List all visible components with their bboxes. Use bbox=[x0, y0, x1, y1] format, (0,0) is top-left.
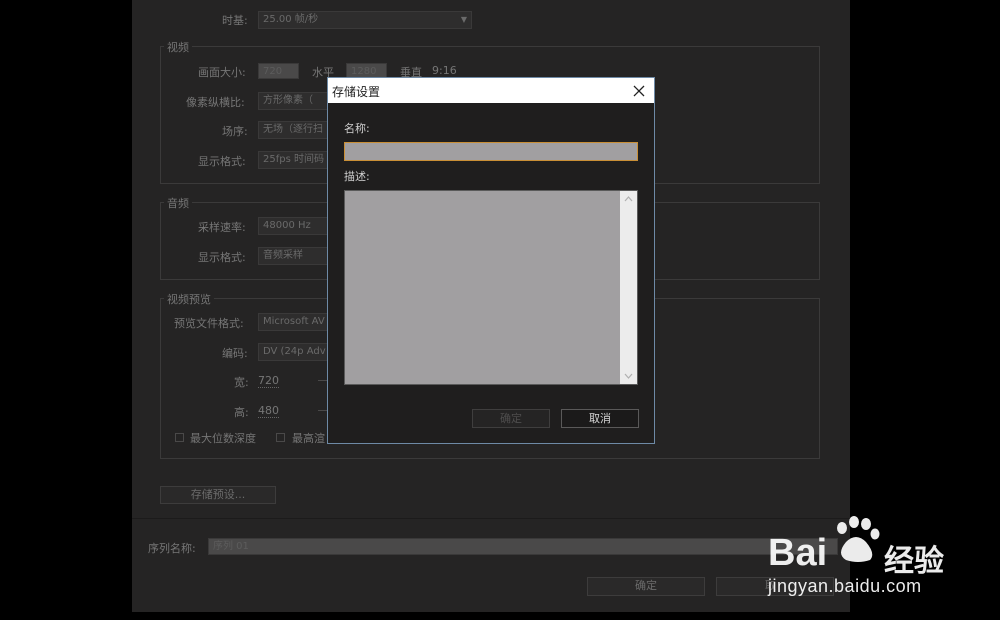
name-label: 名称: bbox=[344, 122, 370, 135]
audio-legend: 音频 bbox=[164, 195, 192, 211]
sequence-name-input[interactable]: 序列 01 bbox=[208, 538, 838, 555]
audio-display-format-select[interactable]: 音频采样 bbox=[258, 247, 328, 265]
preview-height-value[interactable]: 480 bbox=[258, 404, 279, 418]
baidu-jingyan-watermark: Bai 经验 jingyan.baidu.com bbox=[766, 512, 966, 602]
scroll-up-icon bbox=[624, 196, 633, 202]
display-format-select[interactable]: 25fps 时间码 bbox=[258, 151, 328, 169]
timebase-select[interactable]: 25.00 帧/秒 ▼ bbox=[258, 11, 472, 29]
max-bit-depth-label: 最大位数深度 bbox=[190, 432, 256, 445]
max-quality-checkbox[interactable] bbox=[276, 433, 285, 442]
preview-width-label: 宽: bbox=[234, 376, 249, 389]
sequence-name-label: 序列名称: bbox=[148, 542, 196, 555]
timebase-label: 时基: bbox=[222, 14, 248, 27]
modal-cancel-button[interactable]: 取消 bbox=[561, 409, 639, 428]
save-settings-modal: 存储设置 名称: 描述: 确定 取消 bbox=[327, 77, 655, 444]
close-icon bbox=[633, 85, 645, 97]
sample-rate-select[interactable]: 48000 Hz bbox=[258, 217, 328, 235]
watermark-brand: Bai bbox=[768, 532, 828, 574]
audio-display-format-label: 显示格式: bbox=[198, 251, 246, 264]
preview-file-format-label: 预览文件格式: bbox=[174, 317, 244, 330]
display-format-label: 显示格式: bbox=[198, 155, 246, 168]
chevron-down-icon: ▼ bbox=[460, 15, 467, 24]
description-textarea[interactable] bbox=[344, 190, 638, 385]
max-bit-depth-checkbox[interactable] bbox=[175, 433, 184, 442]
save-preset-button[interactable]: 存储预设... bbox=[160, 486, 276, 504]
modal-ok-button[interactable]: 确定 bbox=[472, 409, 550, 428]
codec-label: 编码: bbox=[222, 347, 248, 360]
aspect-ratio-value: 9:16 bbox=[432, 64, 457, 77]
divider bbox=[132, 518, 850, 519]
fields-label: 场序: bbox=[222, 125, 248, 138]
ok-button[interactable]: 确定 bbox=[587, 577, 705, 596]
preview-file-format-select[interactable]: Microsoft AV bbox=[258, 313, 328, 331]
max-quality-label: 最高渲 bbox=[292, 432, 325, 445]
frame-size-label: 画面大小: bbox=[198, 66, 246, 79]
codec-select[interactable]: DV (24p Adv bbox=[258, 343, 328, 361]
frame-width-input[interactable]: 720 bbox=[258, 63, 299, 79]
pixel-aspect-label: 像素纵横比: bbox=[186, 96, 245, 109]
scroll-down-icon bbox=[624, 373, 633, 379]
close-button[interactable] bbox=[630, 80, 648, 100]
modal-title: 存储设置 bbox=[332, 85, 381, 99]
video-legend: 视频 bbox=[164, 39, 192, 55]
description-scrollbar[interactable] bbox=[620, 191, 637, 384]
watermark-brand-suffix: 经验 bbox=[884, 544, 944, 579]
scrollbar-arrows bbox=[624, 196, 633, 379]
video-preview-legend: 视频预览 bbox=[164, 291, 214, 307]
sample-rate-label: 采样速率: bbox=[198, 221, 246, 234]
preview-width-value[interactable]: 720 bbox=[258, 374, 279, 388]
preview-height-label: 高: bbox=[234, 406, 249, 419]
name-input[interactable] bbox=[344, 142, 638, 161]
description-label: 描述: bbox=[344, 170, 370, 183]
modal-titlebar[interactable]: 存储设置 bbox=[328, 78, 654, 103]
watermark-url: jingyan.baidu.com bbox=[768, 576, 922, 596]
pixel-aspect-select[interactable]: 方形像素（ bbox=[258, 92, 328, 110]
fields-select[interactable]: 无场（逐行扫 bbox=[258, 121, 328, 139]
